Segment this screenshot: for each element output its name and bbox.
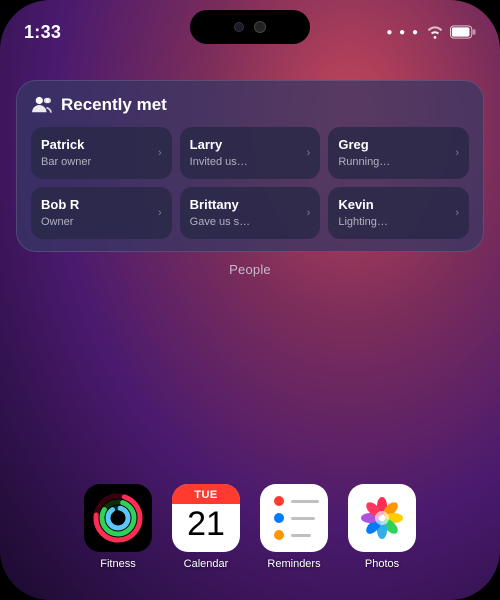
signal-icon: ● ● ● bbox=[386, 27, 420, 38]
reminders-icon bbox=[260, 484, 328, 552]
person-card-bob[interactable]: Bob R Owner › bbox=[31, 187, 172, 239]
fitness-app[interactable]: Fitness bbox=[84, 484, 152, 570]
people-grid: Patrick Bar owner › Larry Invited us… › … bbox=[31, 127, 469, 239]
face-id-dot bbox=[254, 21, 266, 33]
person-info-brittany: Brittany Gave us s… bbox=[190, 197, 303, 229]
chevron-bob: › bbox=[158, 207, 162, 219]
fitness-rings-icon bbox=[91, 491, 145, 545]
fitness-label: Fitness bbox=[100, 558, 135, 570]
photos-app[interactable]: Photos bbox=[348, 484, 416, 570]
status-bar: 1:33 ● ● ● bbox=[0, 0, 500, 52]
reminders-label: Reminders bbox=[267, 558, 320, 570]
reminders-app[interactable]: Reminders bbox=[260, 484, 328, 570]
fitness-icon bbox=[84, 484, 152, 552]
app-row: Fitness TUE 21 Calendar bbox=[0, 484, 500, 570]
photos-icon bbox=[348, 484, 416, 552]
person-card-kevin[interactable]: Kevin Lighting… › bbox=[328, 187, 469, 239]
person-desc-bob: Owner bbox=[41, 215, 154, 229]
person-name-kevin: Kevin bbox=[338, 197, 451, 214]
person-name-bob: Bob R bbox=[41, 197, 154, 214]
person-card-patrick[interactable]: Patrick Bar owner › bbox=[31, 127, 172, 179]
person-info-greg: Greg Running… bbox=[338, 137, 451, 169]
person-name-greg: Greg bbox=[338, 137, 451, 154]
widget-area: Recently met Patrick Bar owner › Larry I… bbox=[0, 64, 500, 277]
person-name-brittany: Brittany bbox=[190, 197, 303, 214]
calendar-icon: TUE 21 bbox=[172, 484, 240, 552]
person-desc-patrick: Bar owner bbox=[41, 155, 154, 169]
chevron-patrick: › bbox=[158, 147, 162, 159]
people-icon bbox=[31, 96, 53, 114]
person-card-larry[interactable]: Larry Invited us… › bbox=[180, 127, 321, 179]
camera-dot bbox=[234, 22, 244, 32]
person-desc-kevin: Lighting… bbox=[338, 215, 451, 229]
reminder-item-2 bbox=[274, 513, 315, 523]
person-desc-greg: Running… bbox=[338, 155, 451, 169]
reminder-item-3 bbox=[274, 530, 311, 540]
battery-icon bbox=[450, 25, 476, 39]
calendar-day: TUE bbox=[172, 484, 240, 504]
person-name-patrick: Patrick bbox=[41, 137, 154, 154]
person-info-patrick: Patrick Bar owner bbox=[41, 137, 154, 169]
chevron-kevin: › bbox=[455, 207, 459, 219]
chevron-greg: › bbox=[455, 147, 459, 159]
time-display: 1:33 bbox=[24, 22, 61, 43]
recently-met-widget: Recently met Patrick Bar owner › Larry I… bbox=[16, 80, 484, 252]
photos-flower-icon bbox=[356, 492, 408, 544]
person-card-brittany[interactable]: Brittany Gave us s… › bbox=[180, 187, 321, 239]
person-info-bob: Bob R Owner bbox=[41, 197, 154, 229]
person-name-larry: Larry bbox=[190, 137, 303, 154]
people-section-label: People bbox=[16, 262, 484, 277]
chevron-larry: › bbox=[307, 147, 311, 159]
person-desc-larry: Invited us… bbox=[190, 155, 303, 169]
photos-label: Photos bbox=[365, 558, 399, 570]
calendar-date: 21 bbox=[187, 504, 225, 543]
person-info-larry: Larry Invited us… bbox=[190, 137, 303, 169]
widget-header: Recently met bbox=[31, 95, 469, 115]
person-info-kevin: Kevin Lighting… bbox=[338, 197, 451, 229]
status-icons: ● ● ● bbox=[386, 25, 476, 39]
wifi-icon bbox=[426, 25, 444, 39]
person-card-greg[interactable]: Greg Running… › bbox=[328, 127, 469, 179]
widget-title: Recently met bbox=[61, 95, 167, 115]
phone-frame: 1:33 ● ● ● bbox=[0, 0, 500, 600]
dynamic-island bbox=[190, 10, 310, 44]
reminder-item-1 bbox=[274, 496, 319, 506]
chevron-brittany: › bbox=[307, 207, 311, 219]
person-desc-brittany: Gave us s… bbox=[190, 215, 303, 229]
calendar-label: Calendar bbox=[184, 558, 229, 570]
calendar-app[interactable]: TUE 21 Calendar bbox=[172, 484, 240, 570]
